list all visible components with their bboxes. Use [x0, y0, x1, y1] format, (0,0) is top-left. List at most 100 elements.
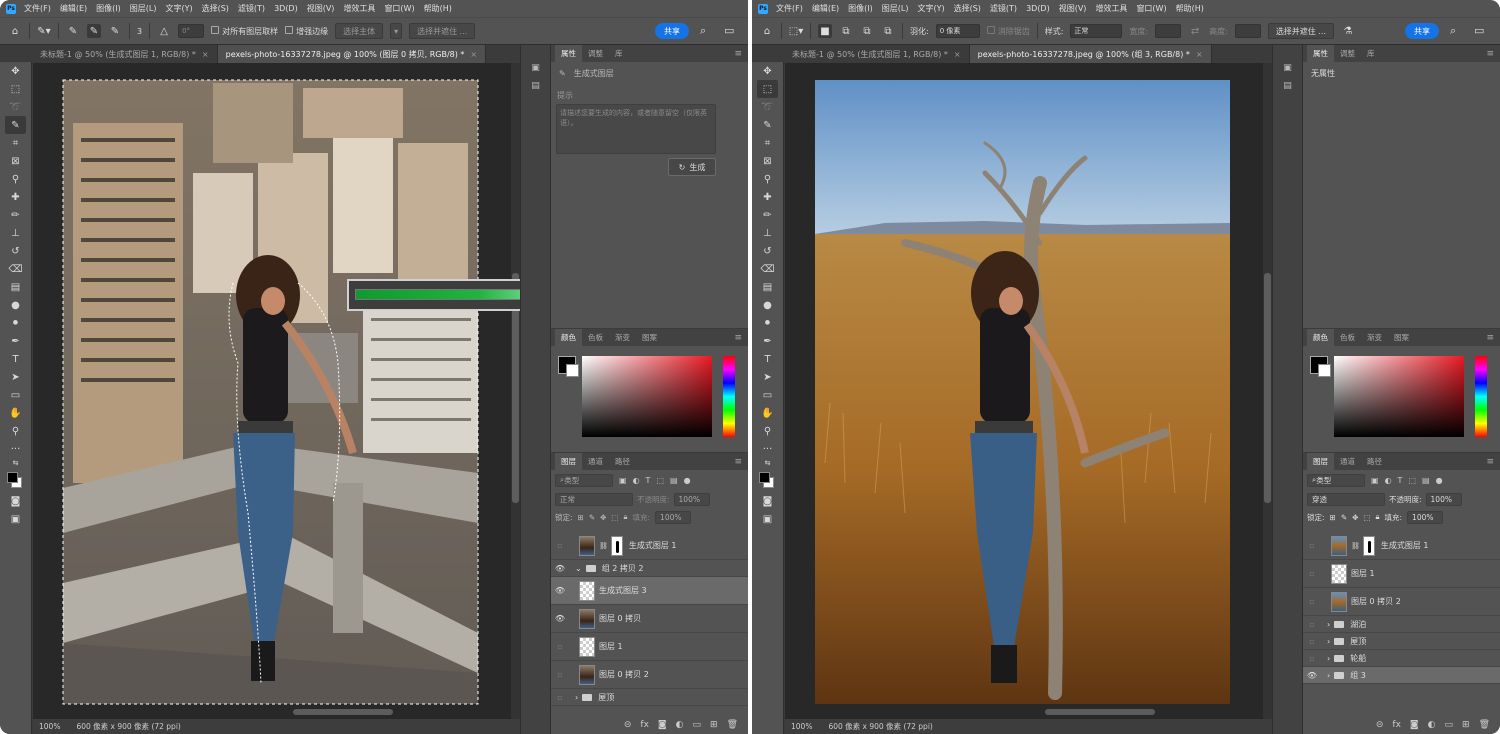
close-icon[interactable]: × [954, 50, 961, 59]
tab-swatches[interactable]: 色板 [1334, 329, 1361, 346]
lock-all-icon[interactable]: 🔒︎ [624, 512, 628, 522]
visibility-toggle[interactable]: ▫ [1303, 569, 1321, 578]
vertical-scrollbar[interactable] [1263, 63, 1272, 719]
brush-tool-icon[interactable]: ✏ [0, 206, 31, 224]
tab-channels[interactable]: 通道 [1334, 453, 1361, 470]
chevron-down-icon[interactable]: ⌄ [575, 564, 582, 573]
fill-field[interactable]: 100% [655, 510, 692, 524]
horizontal-scrollbar[interactable] [293, 709, 393, 715]
layer-row[interactable]: ▫ 图层 1 [551, 633, 748, 661]
menu-view[interactable]: 视图(V) [307, 3, 335, 14]
share-button[interactable]: 共享 [655, 23, 689, 39]
tab-paths[interactable]: 路径 [1361, 453, 1388, 470]
width-field[interactable] [1155, 24, 1182, 38]
tab-swatches[interactable]: 色板 [582, 329, 609, 346]
menu-3d[interactable]: 3D(D) [274, 4, 298, 13]
visibility-toggle[interactable]: ▫ [1303, 620, 1321, 629]
share-button[interactable]: 共享 [1405, 23, 1439, 39]
close-icon[interactable]: × [1196, 50, 1203, 59]
new-group-icon[interactable]: ▭ [1445, 720, 1454, 730]
sample-all-checkbox[interactable]: 对所有图层取样 [211, 25, 278, 37]
eyedropper-tool-icon[interactable]: ⚲ [752, 170, 783, 188]
more-tools-icon[interactable]: ··· [0, 440, 31, 458]
menu-help[interactable]: 帮助(H) [1176, 3, 1204, 14]
menu-file[interactable]: 文件(F) [24, 3, 51, 14]
quick-selection-tool-icon[interactable]: ✎ [5, 116, 26, 134]
new-selection-icon[interactable]: ✎ [66, 24, 80, 38]
dodge-tool-icon[interactable]: ⚫ [0, 314, 31, 332]
tab-patterns[interactable]: 图案 [1388, 329, 1415, 346]
menu-plugins[interactable]: 增效工具 [343, 3, 375, 14]
visibility-toggle[interactable]: ▫ [1303, 541, 1321, 550]
filter-type-icon[interactable]: T [646, 476, 651, 485]
menu-help[interactable]: 帮助(H) [424, 3, 452, 14]
hand-tool-icon[interactable]: ✋ [0, 404, 31, 422]
visibility-toggle[interactable]: ▫ [551, 693, 569, 702]
layer-row[interactable]: 👁︎ 图层 0 拷贝 [551, 605, 748, 633]
panel-menu-icon[interactable]: ≡ [1486, 457, 1494, 467]
menu-type[interactable]: 文字(Y) [917, 3, 944, 14]
quick-mask-icon[interactable]: ◙ [752, 492, 783, 510]
brush-tool-icon[interactable]: ✏ [752, 206, 783, 224]
panel-menu-icon[interactable]: ≡ [1486, 49, 1494, 59]
pen-tool-icon[interactable]: ✒ [752, 332, 783, 350]
vertical-scrollbar[interactable] [511, 63, 520, 719]
home-icon[interactable]: ⌂ [760, 24, 774, 38]
chevron-right-icon[interactable]: › [575, 693, 578, 702]
gradient-tool-icon[interactable]: ▤ [752, 278, 783, 296]
hue-slider[interactable] [723, 356, 735, 437]
quick-selection-tool-icon[interactable]: ✎ [752, 116, 783, 134]
frame-tool-icon[interactable]: ⊠ [0, 152, 31, 170]
gradient-tool-icon[interactable]: ▤ [0, 278, 31, 296]
link-layers-icon[interactable]: ⊝ [624, 720, 632, 730]
lock-position-icon[interactable]: ✥ [600, 513, 606, 522]
filter-shape-icon[interactable]: ⬚ [1408, 476, 1416, 485]
lock-artboard-icon[interactable]: ⬚ [1363, 513, 1370, 522]
tab-untitled[interactable]: 未标题-1 @ 50% (生成式图层 1, RGB/8) * × [32, 45, 218, 63]
eye-icon[interactable]: 👁︎ [551, 586, 569, 595]
foreground-background-icon[interactable] [0, 468, 31, 492]
filter-pixel-icon[interactable]: ▣ [1371, 476, 1379, 485]
swap-dimensions-icon[interactable]: ⇄ [1188, 24, 1202, 38]
filter-toggle-icon[interactable]: ● [1436, 476, 1443, 485]
canvas[interactable] [785, 63, 1272, 719]
comments-icon[interactable]: ▤ [1273, 77, 1302, 95]
lock-artboard-icon[interactable]: ⬚ [611, 513, 618, 522]
tab-libraries[interactable]: 库 [1361, 45, 1381, 62]
swap-colors-icon[interactable]: ⇆ [0, 458, 31, 468]
lock-all-icon[interactable]: 🔒︎ [1376, 512, 1380, 522]
tab-patterns[interactable]: 图案 [636, 329, 663, 346]
menu-file[interactable]: 文件(F) [776, 3, 803, 14]
layer-mask-thumbnail[interactable] [1362, 535, 1375, 556]
menu-layer[interactable]: 图层(L) [882, 3, 909, 14]
tab-color[interactable]: 颜色 [1307, 329, 1334, 346]
crop-tool-icon[interactable]: ⌗ [752, 134, 783, 152]
adjustment-layer-icon[interactable]: ◐ [676, 720, 684, 730]
menu-type[interactable]: 文字(Y) [165, 3, 192, 14]
layer-row[interactable]: ▫ ⛓ 生成式图层 1 [551, 532, 748, 560]
select-subject-button[interactable]: 选择主体 [335, 23, 384, 39]
filter-shape-icon[interactable]: ⬚ [656, 476, 664, 485]
tab-gradients[interactable]: 渐变 [1361, 329, 1388, 346]
close-icon[interactable]: × [470, 50, 477, 59]
menu-edit[interactable]: 编辑(E) [812, 3, 839, 14]
healing-brush-icon[interactable]: ✚ [0, 188, 31, 206]
delete-layer-icon[interactable]: 🗑︎ [727, 720, 738, 730]
lock-image-icon[interactable]: ✎ [1341, 513, 1347, 522]
menu-image[interactable]: 图像(I) [96, 3, 121, 14]
layer-row[interactable]: 👁︎ 生成式图层 3 [551, 577, 748, 605]
style-select[interactable]: 正常 [1070, 24, 1123, 38]
blend-mode-select[interactable]: 穿透 [1307, 492, 1385, 506]
intersect-selection-icon[interactable]: ⧉ [881, 24, 895, 38]
menu-layer[interactable]: 图层(L) [130, 3, 157, 14]
lock-image-icon[interactable]: ✎ [589, 513, 595, 522]
panel-menu-icon[interactable]: ≡ [734, 333, 742, 343]
feather-field[interactable]: 0 像素 [935, 24, 980, 38]
link-layers-icon[interactable]: ⊝ [1376, 720, 1384, 730]
search-icon[interactable]: ⌕ [700, 24, 706, 38]
blend-mode-select[interactable]: 正常 [555, 492, 633, 506]
filter-smart-icon[interactable]: ▤ [670, 476, 678, 485]
tab-adjustments[interactable]: 调整 [582, 45, 609, 62]
new-layer-icon[interactable]: ⊞ [1462, 720, 1470, 730]
horizontal-scrollbar[interactable] [1045, 709, 1155, 715]
